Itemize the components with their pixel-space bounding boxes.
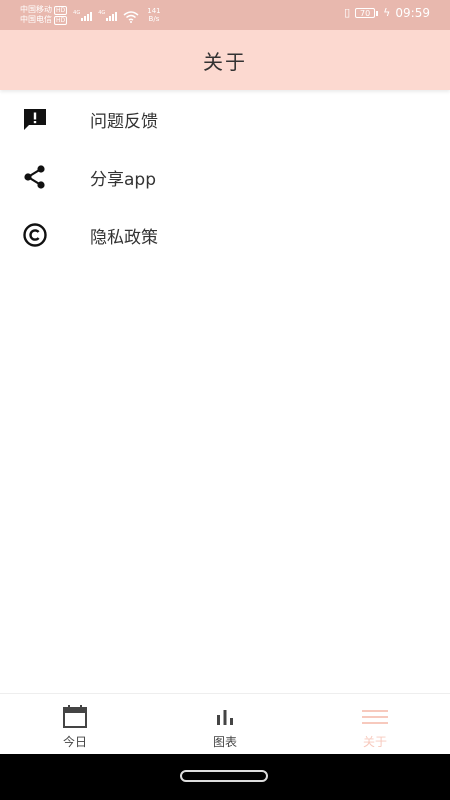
net-speed-unit: B/s: [148, 15, 160, 23]
carrier-row-2: 中国电信 HD: [20, 15, 68, 25]
menu-label-feedback: 问题反馈: [90, 111, 158, 132]
hd-badge-2: HD: [54, 15, 68, 25]
hd-badge-1: HD: [54, 5, 68, 15]
page-title: 关于: [203, 49, 247, 74]
share-icon: [21, 163, 49, 191]
tab-label-about: 关于: [362, 735, 387, 749]
battery-icon: 70: [355, 8, 379, 18]
feedback-icon: [21, 105, 49, 133]
menu-label-privacy: 隐私政策: [90, 227, 158, 248]
carriers: 中国移动 HD 中国电信 HD: [20, 5, 68, 25]
carrier-name-1: 中国移动: [20, 5, 52, 14]
about-menu: 问题反馈 分享app 隐私政策: [0, 90, 450, 264]
wifi-icon: [123, 11, 139, 23]
carrier-name-2: 中国电信: [20, 15, 52, 24]
app-header: 关于: [0, 30, 450, 90]
copyright-icon: [21, 221, 49, 249]
net-speed-value: 141: [147, 7, 161, 15]
tab-label-chart: 图表: [212, 735, 237, 749]
tab-chart[interactable]: 图表: [150, 694, 300, 755]
menu-icon: [361, 704, 389, 730]
menu-item-feedback[interactable]: 问题反馈: [0, 90, 450, 148]
battery-level: 70: [355, 8, 376, 18]
system-nav-bar: [0, 754, 450, 800]
signal-icon: 4G: [73, 10, 93, 21]
vibrate-icon: ▯: [344, 6, 351, 19]
calendar-icon: [61, 704, 89, 730]
bottom-nav: 今日 图表 关于: [0, 693, 450, 755]
bar-chart-icon: [211, 704, 239, 730]
home-gesture-bar[interactable]: [180, 770, 268, 782]
net-type-label: 4G: [73, 10, 81, 16]
signal-icon-2: 4G: [98, 10, 118, 21]
tab-today[interactable]: 今日: [0, 694, 150, 755]
net-speed: 141 B/s: [147, 7, 160, 23]
clock: 09:59: [395, 6, 430, 20]
tab-label-today: 今日: [62, 735, 87, 749]
status-left: 中国移动 HD 中国电信 HD 4G 4G 141 B/s: [20, 5, 161, 25]
tab-about[interactable]: 关于: [300, 694, 450, 755]
status-right: ▯ 70 ϟ 09:59: [344, 6, 430, 20]
status-bar: 中国移动 HD 中国电信 HD 4G 4G 141 B/s ▯ 70 ϟ 09:…: [0, 0, 450, 30]
menu-label-share: 分享app: [90, 169, 156, 190]
carrier-row-1: 中国移动 HD: [20, 5, 68, 15]
charging-icon: ϟ: [383, 6, 391, 19]
menu-item-share[interactable]: 分享app: [0, 148, 450, 206]
menu-item-privacy[interactable]: 隐私政策: [0, 206, 450, 264]
net-type-label-2: 4G: [98, 10, 106, 16]
